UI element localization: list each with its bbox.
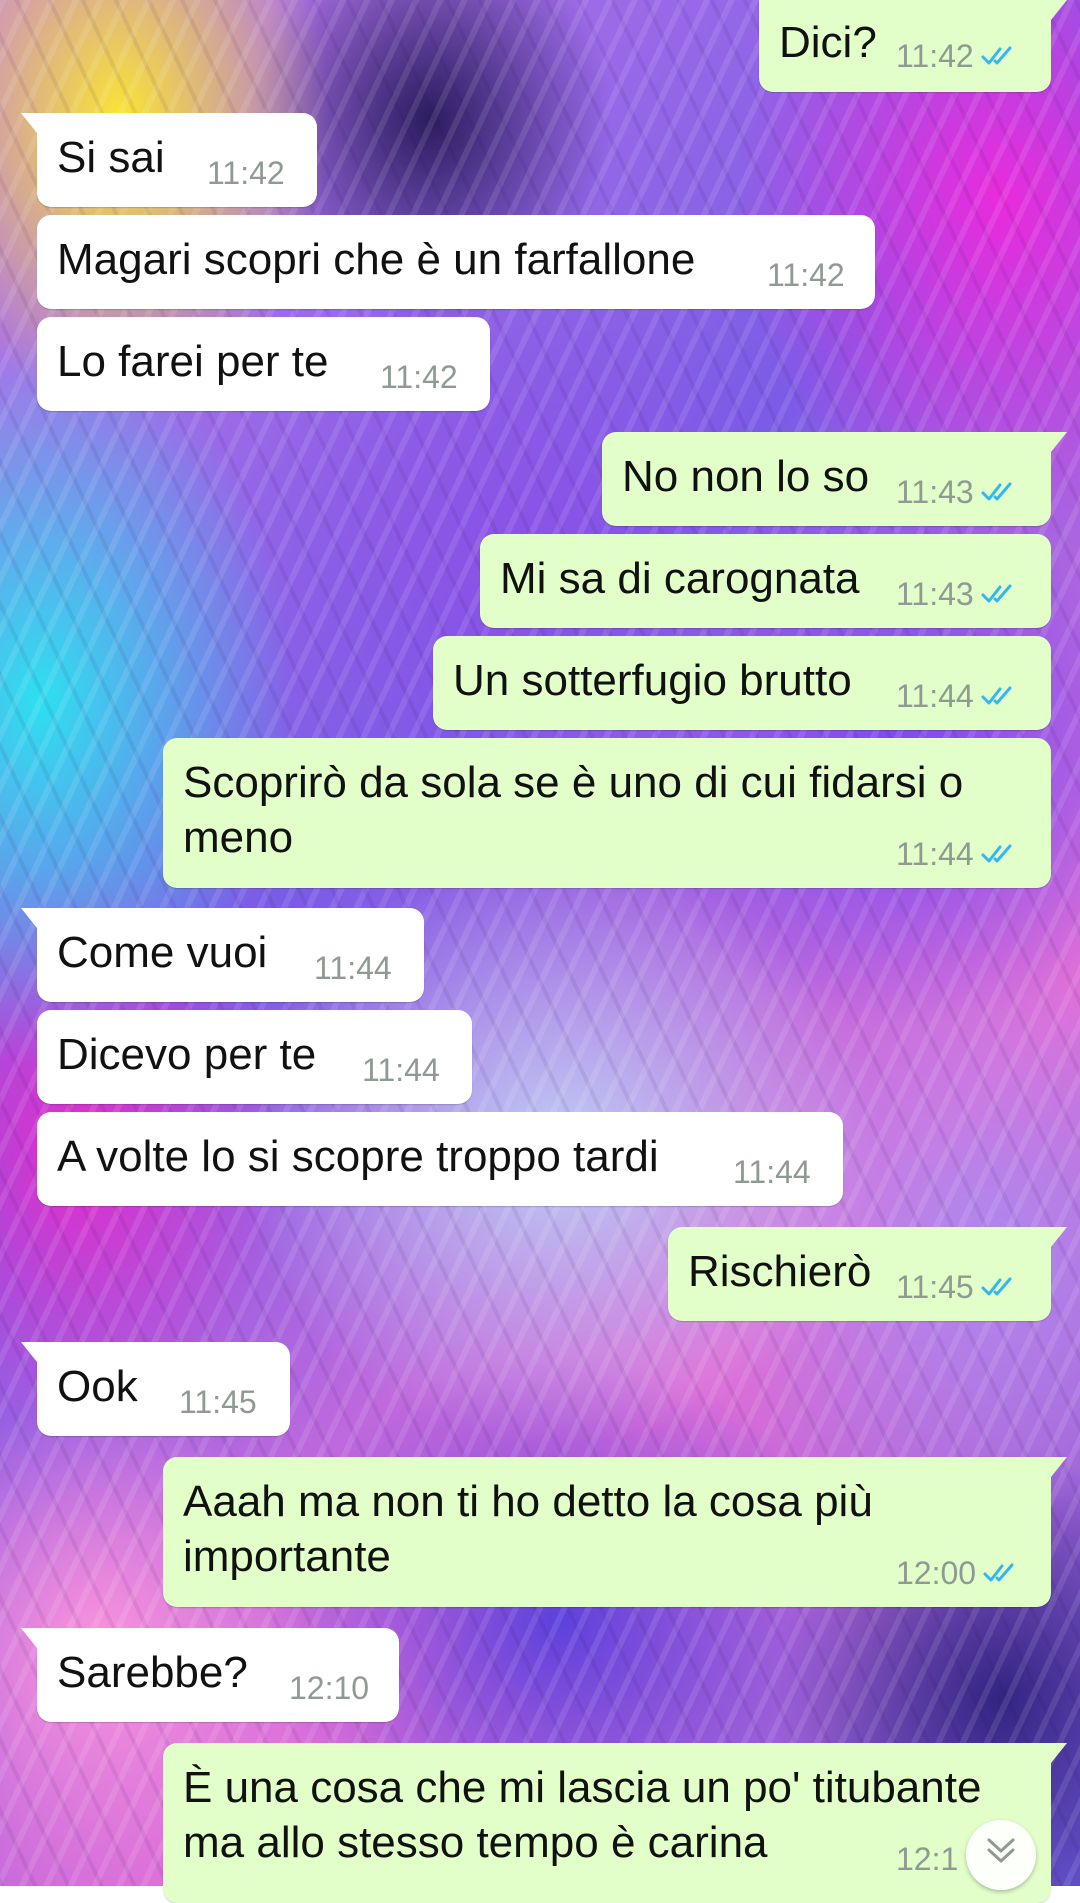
double-check-icon xyxy=(981,686,1012,705)
message-text-line: ma allo stesso tempo è carina xyxy=(183,1818,768,1867)
outgoing-message[interactable]: No non lo so 11:43 xyxy=(602,432,1067,526)
message-time: 11:42 xyxy=(380,359,458,395)
message-text-line: Scoprirò da sola se è uno di cui fidarsi… xyxy=(183,758,964,807)
message-meta: 11:43 xyxy=(896,576,1018,612)
double-check-icon xyxy=(981,1277,1012,1296)
double-check-icon xyxy=(981,844,1012,863)
incoming-message[interactable]: Lo farei per te 11:42 xyxy=(37,317,490,411)
message-time: 11:45 xyxy=(896,1269,974,1305)
message-text: Dici? xyxy=(779,18,877,67)
chevron-double-down-icon xyxy=(987,1838,1015,1863)
incoming-message[interactable]: A volte lo si scopre troppo tardi 11:44 xyxy=(37,1112,843,1206)
outgoing-message[interactable]: È una cosa che mi lascia un po' titubant… xyxy=(163,1743,1067,1903)
message-text-line: È una cosa che mi lascia un po' titubant… xyxy=(183,1763,982,1812)
message-time: 11:44 xyxy=(733,1154,811,1190)
message-meta: 11:45 xyxy=(896,1269,1018,1305)
outgoing-message[interactable]: Scoprirò da sola se è uno di cui fidarsi… xyxy=(163,738,1051,888)
message-text: Magari scopri che è un farfallone xyxy=(57,235,696,284)
message-text: Rischierò xyxy=(688,1247,872,1296)
message-meta: 12:00 xyxy=(896,1555,1020,1591)
message-text: Dicevo per te xyxy=(57,1030,317,1079)
message-time: 11:44 xyxy=(314,950,392,986)
message-meta: 11:42 xyxy=(767,257,845,293)
message-text: No non lo so xyxy=(622,452,870,501)
message-time: 12:1 xyxy=(896,1841,959,1877)
message-text: A volte lo si scopre troppo tardi xyxy=(57,1132,659,1181)
message-text-line: importante xyxy=(183,1532,391,1581)
incoming-message[interactable]: Dicevo per te 11:44 xyxy=(37,1010,472,1104)
message-text: Ook xyxy=(57,1362,138,1411)
message-meta: 11:42 xyxy=(207,155,285,191)
outgoing-message[interactable]: Dici? 11:42 xyxy=(759,0,1067,92)
outgoing-message[interactable]: Rischierò 11:45 xyxy=(668,1227,1067,1321)
incoming-message[interactable]: Si sai 11:42 xyxy=(21,113,317,207)
incoming-message[interactable]: Magari scopri che è un farfallone 11:42 xyxy=(37,215,875,309)
message-meta: 11:44 xyxy=(896,678,1018,714)
message-meta: 12:10 xyxy=(289,1670,369,1706)
message-time: 12:10 xyxy=(289,1670,370,1706)
message-time: 11:43 xyxy=(896,576,974,612)
message-text: Sarebbe? xyxy=(57,1648,248,1697)
message-meta: 11:42 xyxy=(896,38,1018,74)
message-meta: 12:1 xyxy=(896,1841,958,1877)
message-text: Lo farei per te xyxy=(57,337,329,386)
message-time: 12:00 xyxy=(896,1555,977,1591)
message-list[interactable]: Dici? 11:42 Si sai 11:42 Magari scopri c… xyxy=(0,0,1080,1903)
outgoing-message[interactable]: Mi sa di carognata 11:43 xyxy=(480,534,1051,628)
outgoing-message[interactable]: Aaah ma non ti ho detto la cosa più impo… xyxy=(163,1457,1067,1607)
outgoing-message[interactable]: Un sotterfugio brutto 11:44 xyxy=(433,636,1051,730)
message-text: Mi sa di carognata xyxy=(500,554,860,603)
message-meta: 11:44 xyxy=(896,836,1018,872)
message-meta: 11:44 xyxy=(314,950,392,986)
message-time: 11:44 xyxy=(896,836,974,872)
message-text-line: meno xyxy=(183,813,294,862)
message-text: Come vuoi xyxy=(57,928,268,977)
double-check-icon xyxy=(981,46,1012,65)
message-time: 11:44 xyxy=(362,1052,440,1088)
message-time: 11:43 xyxy=(896,474,974,510)
double-check-icon xyxy=(981,584,1012,603)
message-time: 11:42 xyxy=(896,38,974,74)
message-meta: 11:42 xyxy=(380,359,458,395)
incoming-message[interactable]: Come vuoi 11:44 xyxy=(21,908,424,1002)
message-text: Un sotterfugio brutto xyxy=(453,656,852,705)
message-text: Si sai xyxy=(57,133,165,182)
scroll-to-bottom-button[interactable] xyxy=(966,1820,1036,1890)
message-meta: 11:43 xyxy=(896,474,1018,510)
message-meta: 11:45 xyxy=(179,1384,257,1420)
message-meta: 11:44 xyxy=(733,1154,811,1190)
message-time: 11:42 xyxy=(207,155,285,191)
message-time: 11:44 xyxy=(896,678,974,714)
double-check-icon xyxy=(983,1563,1014,1582)
incoming-message[interactable]: Ook 11:45 xyxy=(21,1342,290,1436)
message-text-line: Aaah ma non ti ho detto la cosa più xyxy=(183,1477,873,1526)
message-time: 11:42 xyxy=(767,257,845,293)
double-check-icon xyxy=(981,482,1012,501)
message-meta: 11:44 xyxy=(362,1052,440,1088)
incoming-message[interactable]: Sarebbe? 12:10 xyxy=(21,1628,399,1722)
message-time: 11:45 xyxy=(179,1384,257,1420)
